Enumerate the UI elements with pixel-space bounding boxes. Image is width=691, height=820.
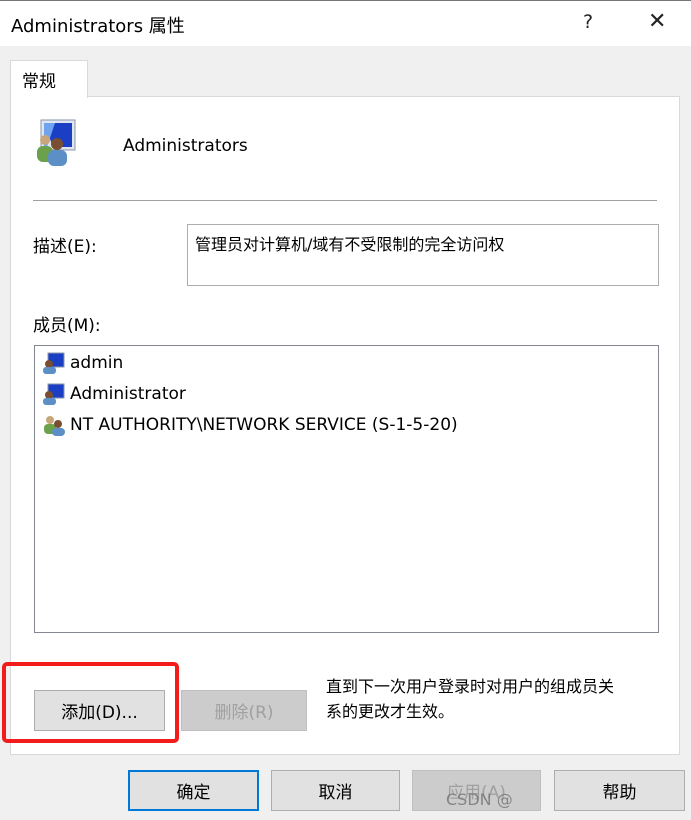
member-name: NT AUTHORITY\NETWORK SERVICE (S-1-5-20)	[70, 415, 458, 435]
membership-note: 直到下一次用户登录时对用户的组成员关 系的更改才生效。	[326, 674, 614, 724]
description-label: 描述(E):	[33, 237, 97, 257]
note-line-2: 系的更改才生效。	[326, 702, 455, 721]
window-title: Administrators 属性	[11, 16, 185, 37]
list-item[interactable]: admin	[42, 352, 123, 374]
tab-general[interactable]: 常规	[10, 60, 88, 98]
help-icon[interactable]: ?	[583, 11, 593, 33]
ok-button[interactable]: 确定	[128, 770, 259, 811]
user-icon	[43, 383, 65, 405]
group-users-icon	[37, 119, 76, 166]
list-item[interactable]: NT AUTHORITY\NETWORK SERVICE (S-1-5-20)	[42, 414, 458, 436]
description-field[interactable]: 管理员对计算机/域有不受限制的完全访问权	[187, 224, 659, 286]
list-item[interactable]: Administrator	[42, 383, 186, 405]
help-button[interactable]: 帮助	[554, 770, 685, 811]
member-name: Administrator	[70, 384, 186, 404]
remove-button[interactable]: 删除(R)	[181, 690, 307, 731]
group-icon	[44, 416, 65, 436]
group-name: Administrators	[123, 136, 248, 156]
highlight-box	[2, 662, 179, 743]
user-icon	[43, 352, 65, 374]
close-icon[interactable]: ✕	[648, 9, 666, 34]
cancel-button[interactable]: 取消	[271, 770, 400, 811]
divider	[33, 200, 657, 201]
watermark: CSDN @	[446, 790, 513, 809]
member-name: admin	[70, 353, 124, 373]
members-label: 成员(M):	[33, 316, 101, 336]
members-list[interactable]: admin Administrator NT AUTHORITY\NETWORK…	[34, 345, 659, 633]
note-line-1: 直到下一次用户登录时对用户的组成员关	[326, 677, 615, 696]
